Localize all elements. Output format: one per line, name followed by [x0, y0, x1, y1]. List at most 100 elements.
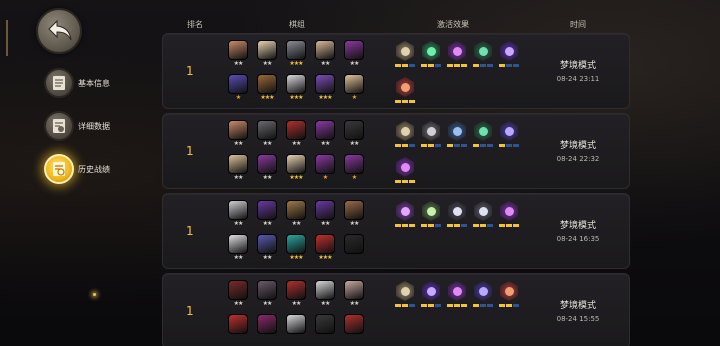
unit-portrait[interactable]: ★★: [256, 280, 278, 310]
nav-basic-info[interactable]: 基本信息: [44, 68, 110, 98]
unit-grid: ★★ ★★ ★★★ ★★ ★★ ★ ★★★ ★★★ ★★★ ★: [227, 40, 367, 104]
trait-icon: [448, 201, 466, 221]
back-button[interactable]: [36, 8, 82, 54]
trait-badge[interactable]: [471, 280, 495, 310]
unit-face-icon: [228, 120, 248, 140]
match-info: 梦境模式 08-24 22:32: [533, 138, 623, 163]
unit-face-icon: [228, 314, 248, 334]
trait-level-bar: [445, 224, 469, 227]
trait-badge[interactable]: [497, 40, 521, 70]
unit-portrait[interactable]: ★: [343, 74, 365, 104]
trait-badge[interactable]: [497, 120, 521, 150]
trait-badge[interactable]: [497, 200, 521, 230]
match-datetime: 08-24 16:35: [556, 235, 600, 243]
unit-portrait[interactable]: ★★★: [314, 74, 336, 104]
trait-badge[interactable]: [393, 280, 417, 310]
unit-portrait[interactable]: ★★: [343, 200, 365, 230]
unit-portrait[interactable]: ★★: [227, 154, 249, 184]
unit-portrait[interactable]: ★★: [285, 200, 307, 230]
unit-portrait[interactable]: ★: [343, 154, 365, 184]
unit-portrait[interactable]: ★★: [227, 40, 249, 70]
star-level: ★★: [233, 174, 244, 181]
trait-badge[interactable]: [393, 40, 417, 70]
unit-portrait[interactable]: ★★★: [285, 74, 307, 104]
trait-level-bar: [497, 144, 521, 147]
nav-detail-data[interactable]: 详细数据: [44, 111, 110, 141]
unit-portrait[interactable]: ★★★: [285, 154, 307, 184]
trait-badge[interactable]: [497, 280, 521, 310]
trait-icon: [500, 41, 518, 61]
unit-portrait[interactable]: ★: [314, 154, 336, 184]
unit-portrait[interactable]: [343, 234, 365, 264]
trait-badge[interactable]: [445, 200, 469, 230]
unit-portrait[interactable]: ★★: [314, 40, 336, 70]
trait-badge[interactable]: [471, 40, 495, 70]
match-datetime: 08-24 22:32: [556, 155, 600, 163]
trait-icon: [422, 41, 440, 61]
unit-portrait[interactable]: ★★: [285, 280, 307, 310]
unit-portrait[interactable]: ★★: [256, 40, 278, 70]
unit-face-icon: [286, 120, 306, 140]
unit-portrait[interactable]: ★★★: [285, 40, 307, 70]
match-row[interactable]: 1 ★★ ★★ ★★ ★★ ★★ ★★ ★★ ★★★ ★ ★ 梦境模式 08-24 22:32: [162, 113, 630, 189]
unit-portrait[interactable]: ★★: [314, 280, 336, 310]
unit-portrait[interactable]: ★★★: [314, 234, 336, 264]
match-row[interactable]: 1 ★★ ★★ ★★★ ★★ ★★ ★ ★★★ ★★★ ★★★ ★ 梦境模式 08-24 23:11: [162, 33, 630, 109]
unit-portrait[interactable]: [343, 314, 365, 344]
unit-portrait[interactable]: ★★: [256, 234, 278, 264]
trait-icon: [396, 201, 414, 221]
trait-badge[interactable]: [419, 280, 443, 310]
trait-badge[interactable]: [419, 40, 443, 70]
match-row[interactable]: 1 ★★ ★★ ★★ ★★ ★★ ★★ ★★ ★★★ ★★★ 梦境模式 08-24 16:35: [162, 193, 630, 269]
unit-portrait[interactable]: [256, 314, 278, 344]
unit-face-icon: [344, 200, 364, 220]
unit-face-icon: [344, 280, 364, 300]
unit-face-icon: [257, 74, 277, 94]
game-mode-label: 梦境模式: [559, 301, 596, 311]
unit-portrait[interactable]: ★: [227, 74, 249, 104]
unit-grid: ★★ ★★ ★★ ★★ ★★: [227, 280, 367, 344]
unit-portrait[interactable]: ★★: [256, 120, 278, 150]
unit-portrait[interactable]: ★★★: [285, 234, 307, 264]
unit-portrait[interactable]: ★★: [314, 200, 336, 230]
unit-face-icon: [315, 120, 335, 140]
unit-portrait[interactable]: ★★: [343, 40, 365, 70]
trait-badge[interactable]: [445, 40, 469, 70]
trait-badge[interactable]: [471, 200, 495, 230]
unit-portrait[interactable]: ★★: [227, 280, 249, 310]
trait-badge[interactable]: [471, 120, 495, 150]
trait-badge[interactable]: [393, 120, 417, 150]
unit-portrait[interactable]: [285, 314, 307, 344]
match-row[interactable]: 1 ★★ ★★ ★★ ★★ ★★ 梦境模式 08-24 15:55: [162, 273, 630, 346]
unit-portrait[interactable]: ★★: [343, 280, 365, 310]
trait-badge[interactable]: [393, 200, 417, 230]
star-level: ★★: [291, 220, 302, 227]
unit-portrait[interactable]: ★★: [256, 200, 278, 230]
edge-line: [6, 20, 8, 56]
unit-portrait[interactable]: ★★: [227, 120, 249, 150]
unit-portrait[interactable]: ★★: [256, 154, 278, 184]
trait-icon: [396, 41, 414, 61]
trait-badge[interactable]: [445, 120, 469, 150]
trait-badge[interactable]: [393, 156, 417, 186]
star-level: ★★: [262, 60, 273, 67]
trait-badge[interactable]: [445, 280, 469, 310]
trait-icon: [474, 41, 492, 61]
unit-portrait[interactable]: [227, 314, 249, 344]
trait-level-bar: [445, 304, 469, 307]
unit-portrait[interactable]: [314, 314, 336, 344]
trait-badge[interactable]: [393, 76, 417, 106]
unit-portrait[interactable]: ★★: [227, 234, 249, 264]
unit-portrait[interactable]: ★★: [343, 120, 365, 150]
trait-badge[interactable]: [419, 200, 443, 230]
unit-portrait[interactable]: ★★: [285, 120, 307, 150]
unit-portrait[interactable]: ★★★: [256, 74, 278, 104]
unit-portrait[interactable]: ★★: [314, 120, 336, 150]
unit-face-icon: [257, 120, 277, 140]
unit-portrait[interactable]: ★★: [227, 200, 249, 230]
star-level: ★★★: [289, 94, 303, 101]
nav-history[interactable]: 历史战绩: [44, 154, 110, 184]
trait-badge[interactable]: [419, 120, 443, 150]
trait-level-bar: [393, 180, 417, 183]
unit-face-icon: [315, 74, 335, 94]
